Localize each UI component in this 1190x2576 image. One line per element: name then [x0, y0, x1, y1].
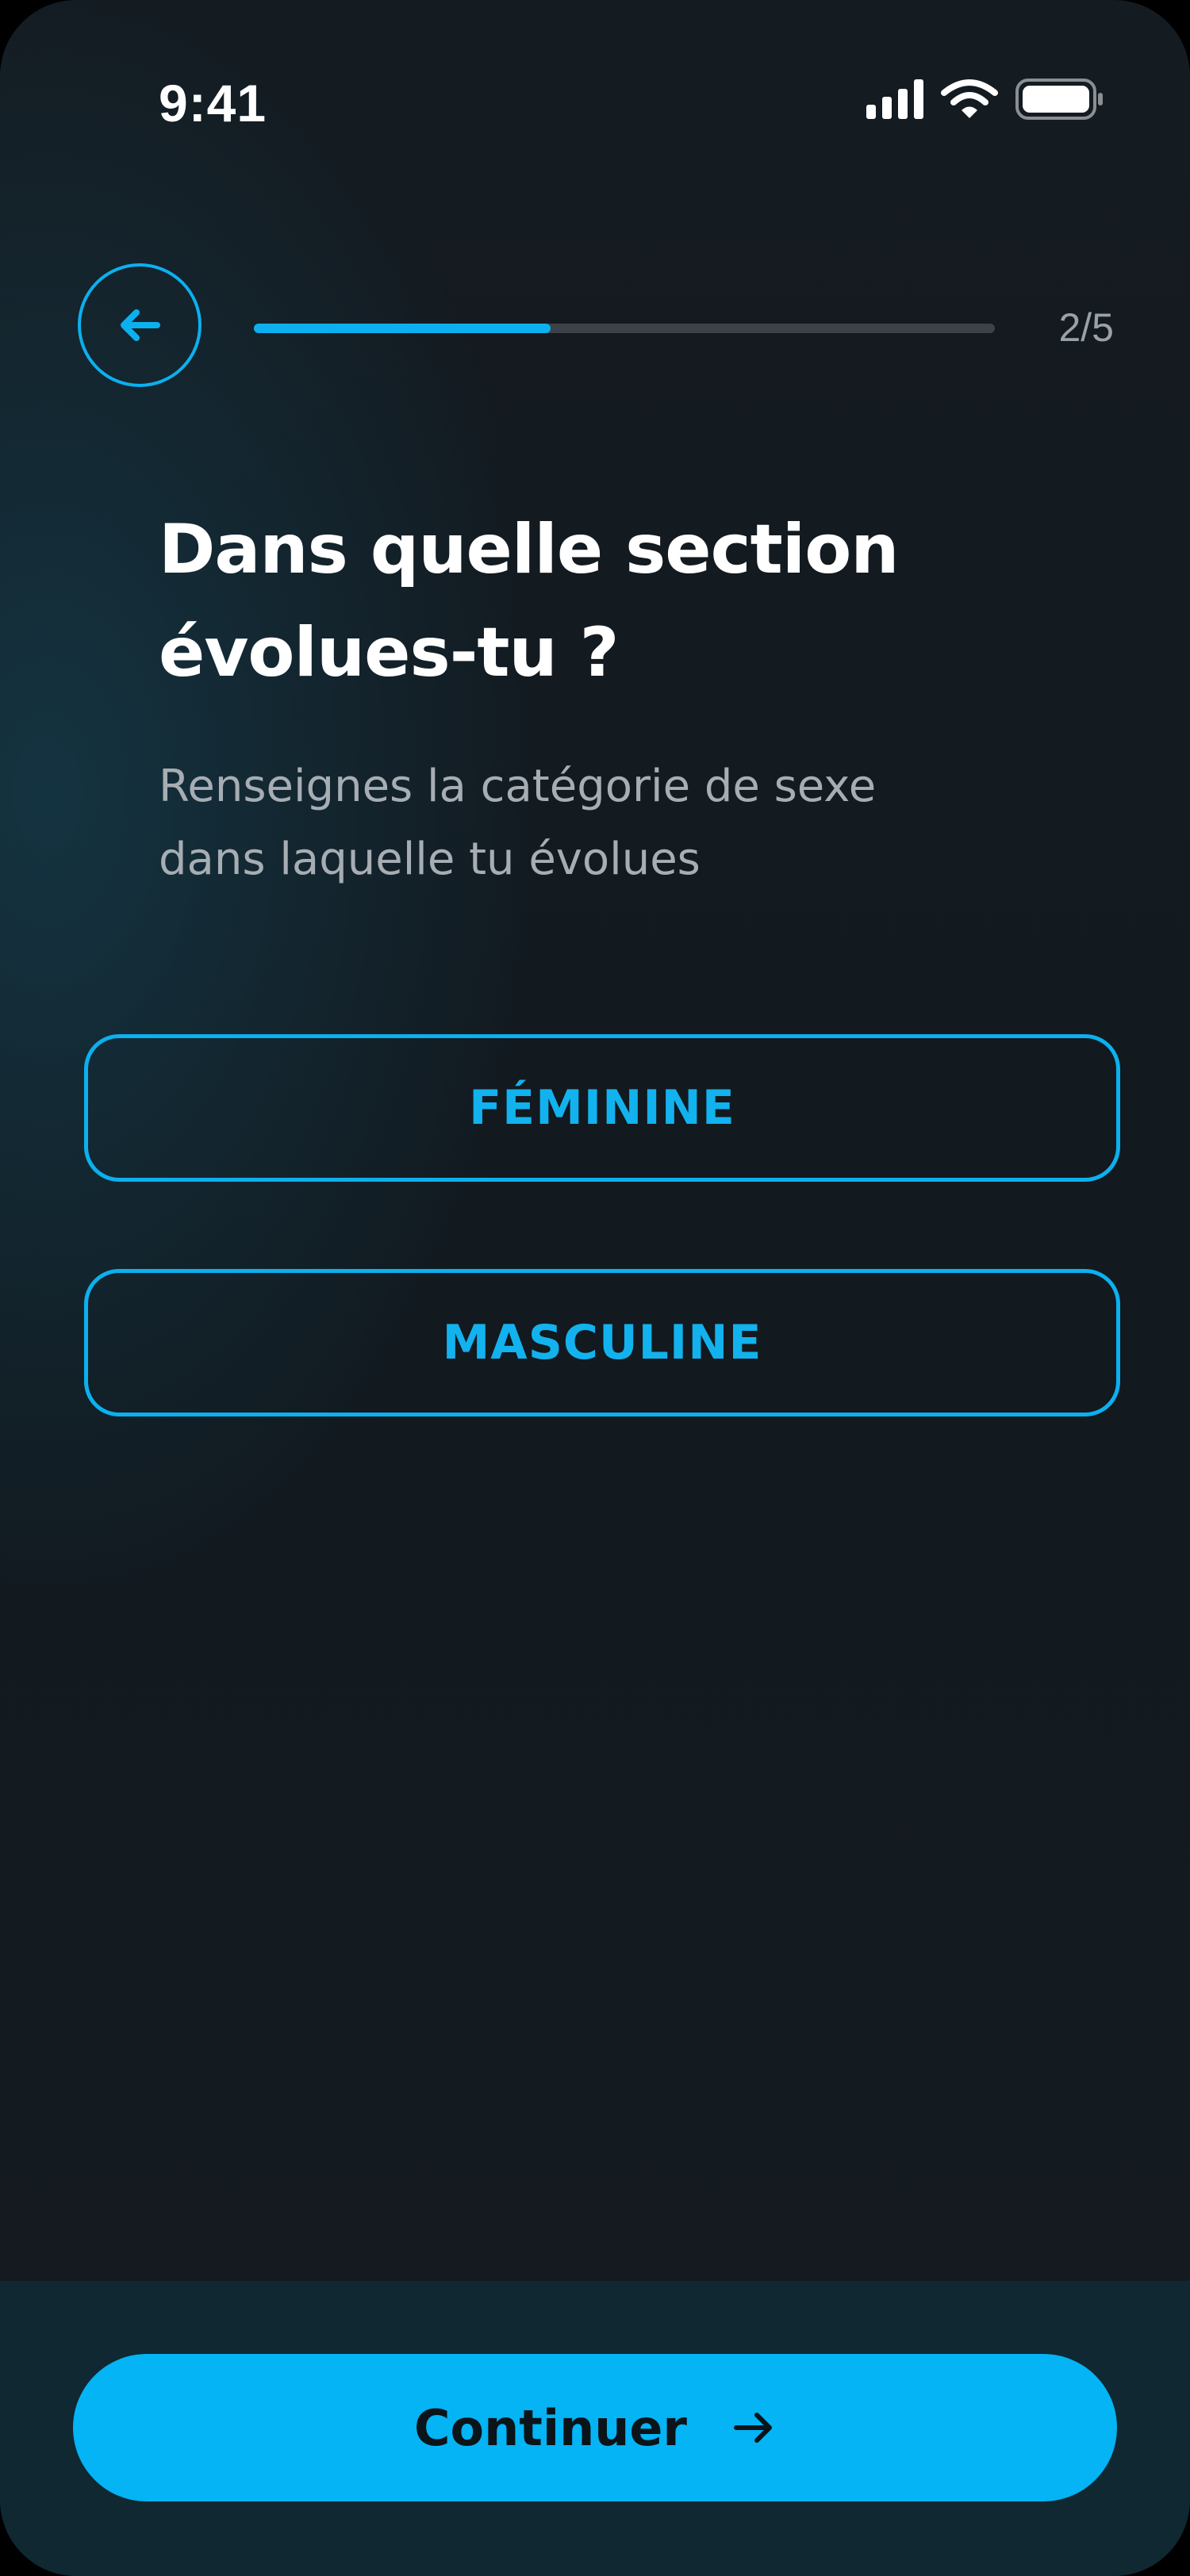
continue-button[interactable]: Continuer — [73, 2354, 1117, 2501]
arrow-left-icon — [121, 309, 160, 341]
onboarding-screen: 9:41 2/5 Dans quelle section évolues-tu — [0, 0, 1190, 2576]
footer-bar: Continuer — [0, 2281, 1190, 2576]
page-title-line-1: Dans quelle section — [159, 510, 900, 589]
option-masculine-button[interactable]: MASCULINE — [84, 1269, 1120, 1416]
wifi-icon — [941, 79, 998, 118]
continue-button-label: Continuer — [413, 2398, 688, 2457]
back-button[interactable] — [78, 263, 202, 387]
status-icons — [866, 78, 1104, 121]
page-subtitle-line-1: Renseignes la catégorie de sexe — [159, 761, 877, 812]
cellular-signal-icon — [866, 79, 923, 119]
status-time: 9:41 — [159, 74, 267, 132]
progress-bar — [254, 324, 995, 333]
option-masculine-label: MASCULINE — [442, 1315, 762, 1370]
option-feminine-label: FÉMININE — [469, 1080, 735, 1136]
page-title-line-2: évolues-tu ? — [159, 613, 620, 692]
page-subtitle: Renseignes la catégorie de sexe dans laq… — [159, 750, 1047, 896]
step-counter: 2/5 — [1058, 305, 1114, 350]
arrow-right-icon — [734, 2413, 773, 2443]
page-title: Dans quelle section évolues-tu ? — [159, 498, 1071, 704]
progress-bar-fill — [254, 324, 551, 333]
battery-icon — [1015, 79, 1103, 120]
option-feminine-button[interactable]: FÉMININE — [84, 1034, 1120, 1182]
page-subtitle-line-2: dans laquelle tu évolues — [159, 834, 701, 885]
